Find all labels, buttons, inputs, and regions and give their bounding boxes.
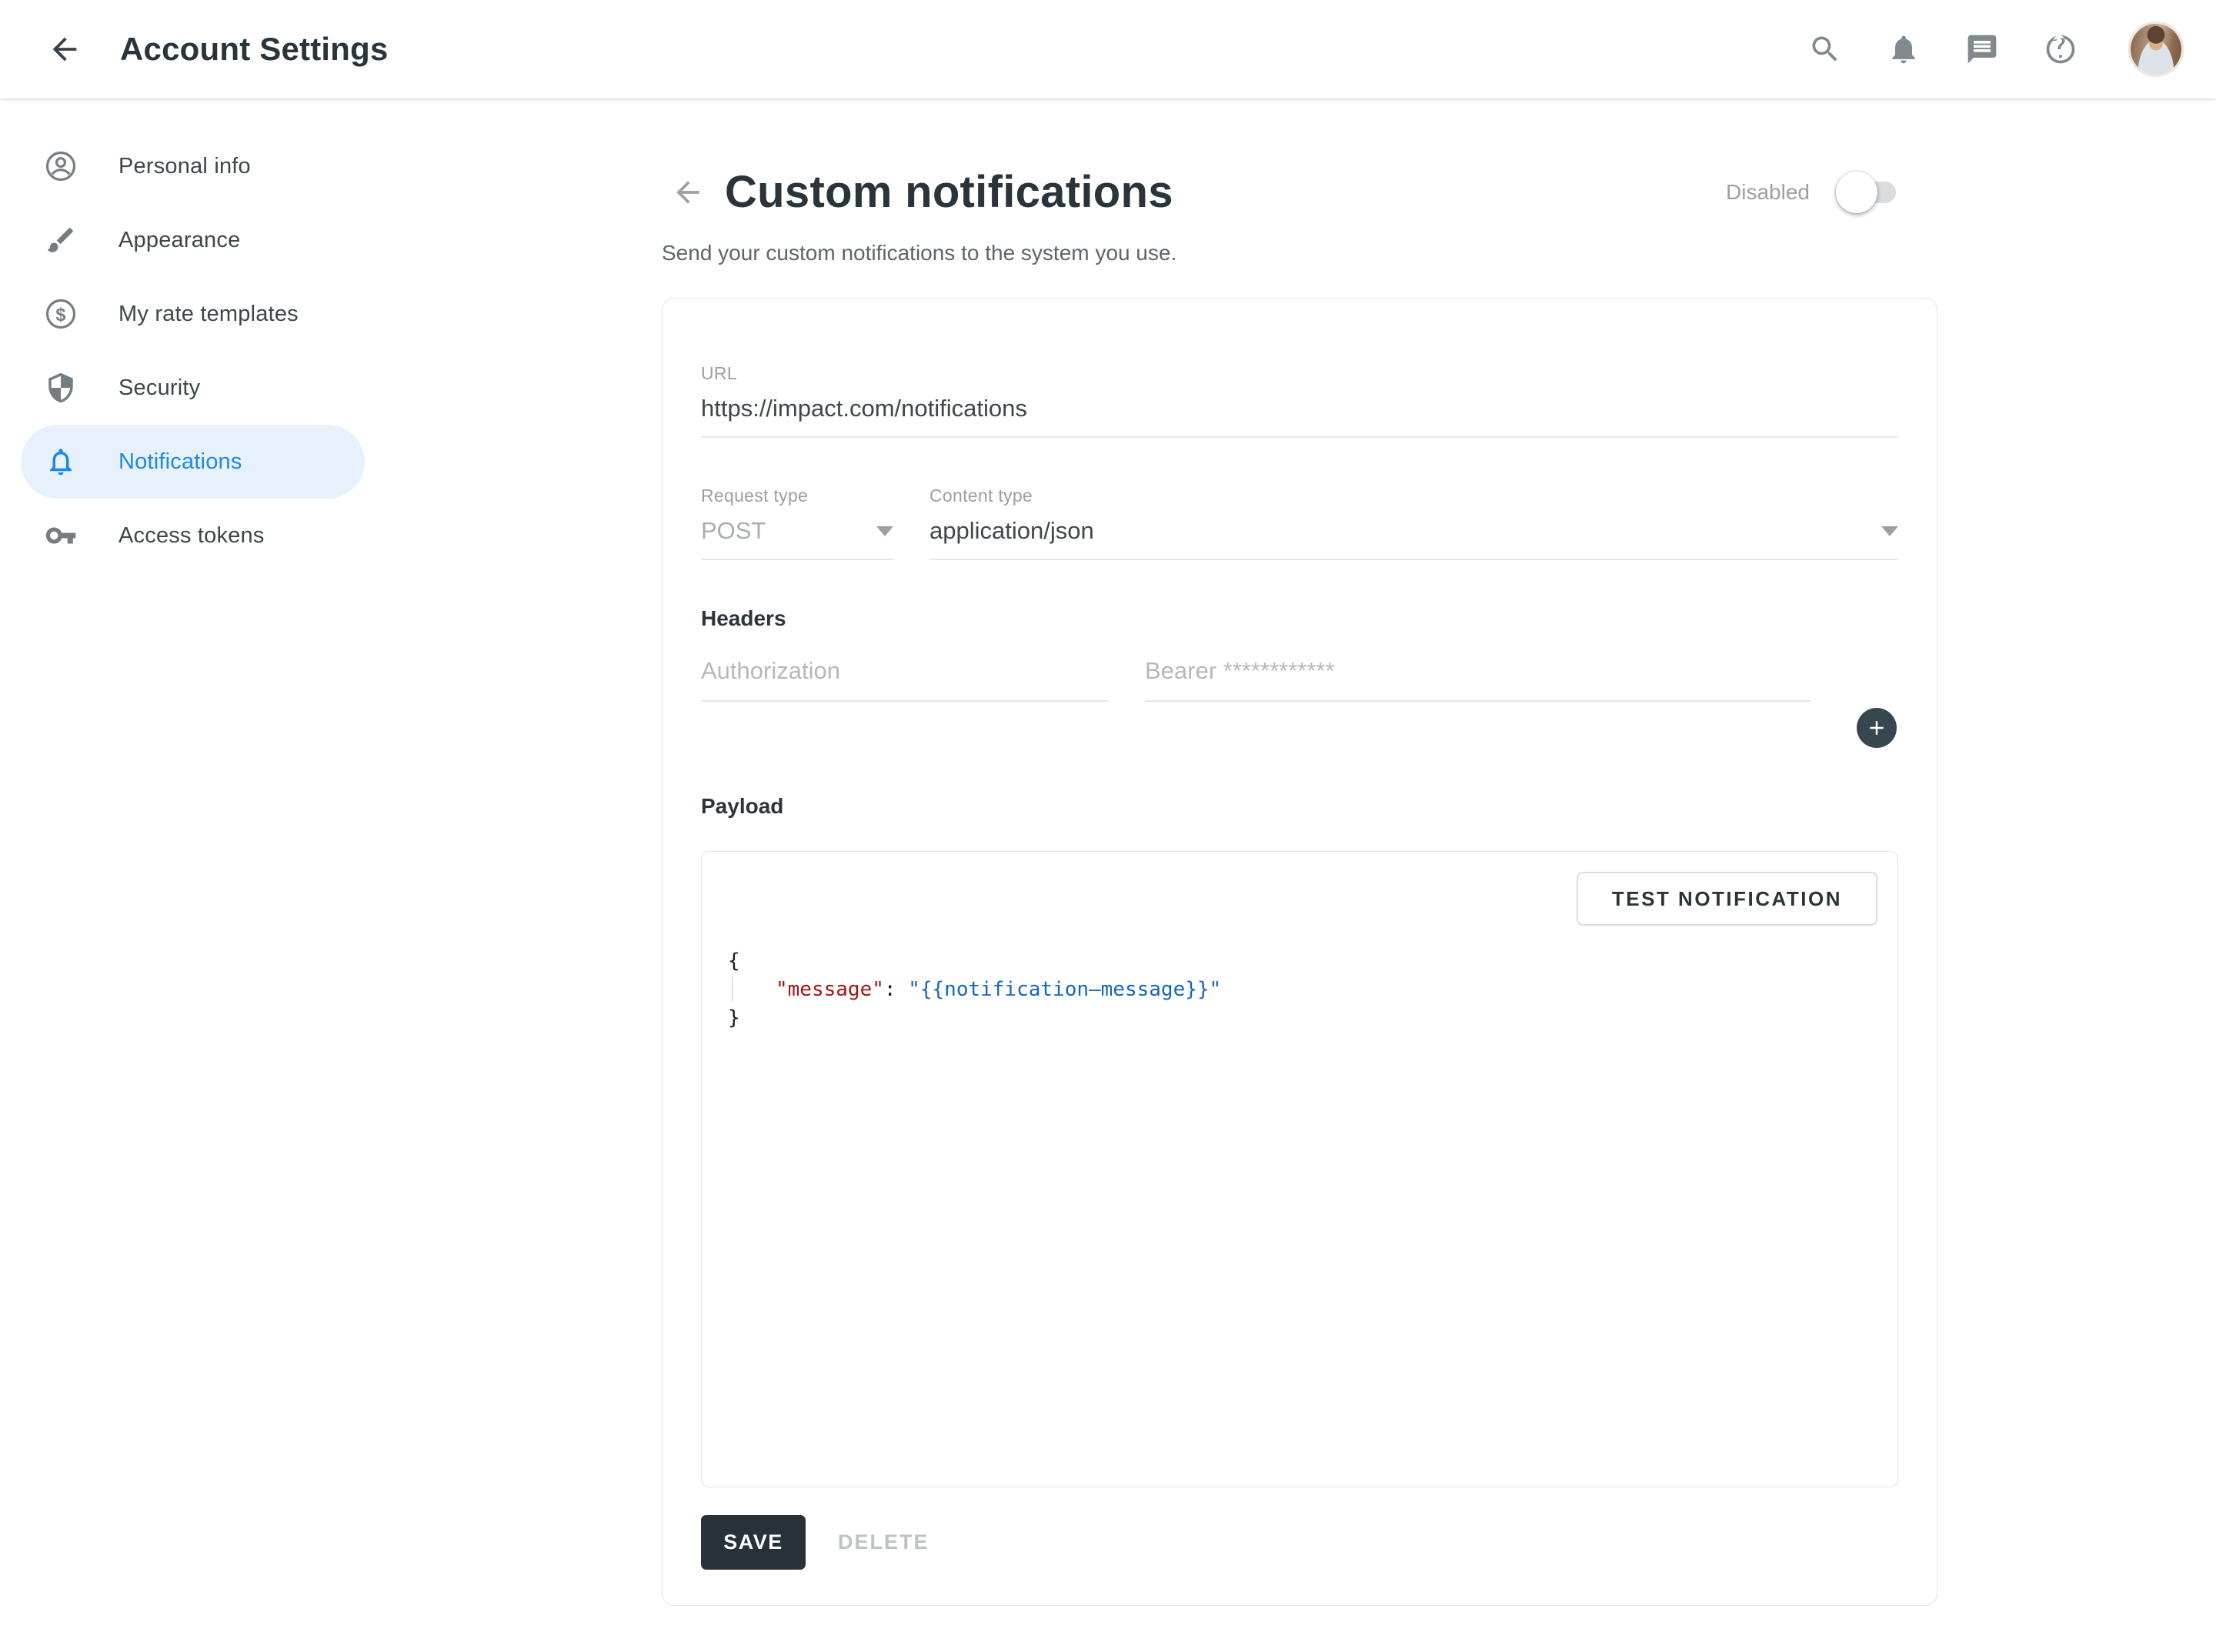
bell-icon — [45, 446, 77, 478]
type-row: Request type POST Content type applicati… — [701, 486, 1898, 560]
code-string-value: "{{notification–message}}" — [908, 978, 1221, 1001]
toggle-knob — [1836, 172, 1877, 213]
sidebar-item-label: Appearance — [118, 228, 240, 253]
chat-icon — [1965, 32, 1999, 66]
request-type-control: POST — [701, 517, 893, 560]
code-separator: : — [884, 978, 908, 1001]
app-title: Account Settings — [120, 31, 389, 68]
add-header-button[interactable] — [1857, 708, 1897, 748]
url-input[interactable] — [701, 395, 1898, 438]
content-type-label: Content type — [929, 486, 1898, 506]
payload-editor-box: TEST NOTIFICATION { "message": "{{notifi… — [701, 851, 1898, 1487]
content-type-value: application/json — [929, 517, 1094, 545]
plus-icon — [1865, 716, 1888, 739]
topbar-actions — [1804, 22, 2184, 77]
notifications-button[interactable] — [1882, 28, 1925, 71]
headers-section-title: Headers — [701, 606, 1898, 631]
form-actions: SAVE DELETE — [701, 1515, 1898, 1570]
sidebar-item-label: Security — [118, 375, 200, 401]
content-type-control: application/json — [929, 517, 1898, 560]
test-row: TEST NOTIFICATION — [702, 872, 1877, 926]
header-value-input[interactable] — [1145, 657, 1811, 702]
chevron-down-icon — [876, 526, 893, 536]
add-header-row — [701, 708, 1898, 748]
page-layout: Personal info Appearance $ My rate templ… — [0, 98, 2216, 1652]
request-type-value: POST — [701, 517, 766, 545]
page-back-button[interactable] — [666, 171, 709, 214]
search-icon — [1808, 32, 1842, 66]
sidebar-item-security[interactable]: Security — [0, 351, 385, 425]
key-icon — [45, 519, 77, 552]
bell-icon — [1887, 32, 1921, 66]
top-app-bar: Account Settings — [0, 0, 2216, 98]
person-circle-icon — [45, 150, 77, 182]
code-line: } — [728, 1004, 1877, 1033]
search-button[interactable] — [1804, 28, 1847, 71]
enable-toggle-group: Disabled — [1726, 180, 1896, 205]
sidebar-item-label: Access tokens — [118, 523, 265, 549]
sidebar-item-access-tokens[interactable]: Access tokens — [0, 499, 385, 572]
sidebar-item-my-rate-templates[interactable]: $ My rate templates — [0, 277, 385, 351]
page-subtitle: Send your custom notifications to the sy… — [662, 241, 1937, 265]
sidebar-item-label: Personal info — [118, 154, 251, 179]
request-type-select[interactable]: Request type POST — [701, 486, 893, 560]
enable-toggle-switch[interactable] — [1839, 182, 1896, 203]
chevron-down-icon — [1881, 526, 1898, 536]
sidebar-item-notifications[interactable]: Notifications — [21, 425, 365, 499]
delete-button[interactable]: DELETE — [838, 1530, 929, 1554]
main-content: Custom notifications Disabled Send your … — [662, 98, 1937, 1652]
user-avatar[interactable] — [2128, 22, 2184, 77]
page-header: Custom notifications Disabled — [662, 166, 1937, 218]
code-open-brace: { — [728, 949, 740, 973]
request-type-label: Request type — [701, 486, 893, 506]
brush-icon — [45, 224, 77, 256]
headers-row — [701, 657, 1898, 702]
code-line: "message": "{{notification–message}}" — [728, 976, 1877, 1004]
help-button[interactable] — [2039, 28, 2082, 71]
payload-section-title: Payload — [701, 794, 1898, 819]
content-type-select[interactable]: Content type application/json — [929, 486, 1898, 560]
sidebar-item-label: Notifications — [118, 449, 242, 475]
code-line: { — [728, 947, 1877, 976]
sidebar-item-label: My rate templates — [118, 302, 299, 327]
url-label: URL — [701, 363, 1898, 384]
toggle-state-label: Disabled — [1726, 180, 1810, 205]
test-notification-button[interactable]: TEST NOTIFICATION — [1577, 872, 1877, 926]
url-field-group: URL — [701, 363, 1898, 438]
settings-sidebar: Personal info Appearance $ My rate templ… — [0, 98, 385, 572]
notification-settings-card: URL Request type POST Content type appli… — [662, 298, 1937, 1606]
code-close-brace: } — [728, 1006, 740, 1030]
messages-button[interactable] — [1961, 28, 2004, 71]
shield-icon — [45, 372, 77, 404]
sidebar-item-personal-info[interactable]: Personal info — [0, 129, 385, 203]
save-button[interactable]: SAVE — [701, 1515, 806, 1570]
topbar-back-button[interactable] — [40, 25, 89, 74]
dollar-circle-icon: $ — [45, 298, 77, 330]
sidebar-item-appearance[interactable]: Appearance — [0, 203, 385, 277]
page-title: Custom notifications — [725, 166, 1173, 218]
help-icon — [2044, 32, 2078, 66]
back-arrow-icon — [671, 175, 705, 209]
svg-text:$: $ — [55, 305, 65, 325]
header-key-input[interactable] — [701, 657, 1109, 702]
code-key: "message" — [776, 978, 884, 1001]
payload-code-editor[interactable]: { "message": "{{notification–message}}" … — [702, 947, 1877, 1033]
back-arrow-icon — [47, 32, 82, 67]
